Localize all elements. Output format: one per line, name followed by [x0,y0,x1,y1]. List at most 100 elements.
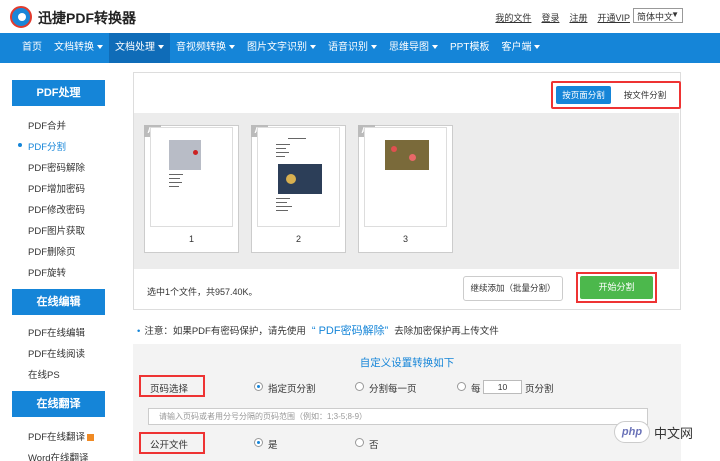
nav-item-ppt[interactable]: PPT模板 [444,33,495,63]
nav-label: 文档处理 [115,42,155,53]
sidebar-item-online-read[interactable]: PDF在线阅读 [28,346,85,360]
sidebar-item-encrypt[interactable]: PDF增加密码 [28,181,85,195]
login-link[interactable]: 登录 [541,11,559,24]
sidebar-item-pdf-translate[interactable]: PDF在线翻译 [28,429,95,443]
sidebar-item-delete-pages[interactable]: PDF删除页 [28,244,76,258]
nav-label: 文档转换 [54,42,94,53]
radio-each-page[interactable] [355,382,364,391]
nav-label: 客户端 [501,42,532,53]
radio-specified[interactable] [254,382,263,391]
nav-item-doc-process[interactable]: 文档处理 [109,33,170,63]
brand-name[interactable]: 迅捷PDF转换器 [38,8,136,28]
nav-item-client[interactable]: 客户端 [495,33,546,63]
split-by-file-button[interactable]: 按文件分割 [615,86,675,104]
sidebar-item-change-password[interactable]: PDF修改密码 [28,202,85,216]
nav-item-av-convert[interactable]: 音视频转换 [170,33,241,63]
opt-each-label: 分割每一页 [369,384,417,395]
text-line [288,138,306,139]
start-split-button[interactable]: 开始分割 [580,276,653,299]
sidebar-section-translate: 在线翻译 [12,391,105,417]
opt-specified-label: 指定页分割 [268,384,316,395]
flower-image [409,154,416,161]
text-line [276,206,292,207]
sidebar-item-rotate[interactable]: PDF旋转 [28,265,66,279]
new-badge-icon [87,433,95,441]
page-number: 3 [402,234,408,244]
nav-label: 语音识别 [328,42,368,53]
sidebar-item-label: PDF在线翻译 [28,432,86,443]
continue-add-button[interactable]: 继续添加（批量分割） [463,276,563,301]
flower-image [391,146,397,152]
text-line [276,210,288,211]
opt-every-suffix: 页分割 [525,384,554,395]
page-preview [257,127,340,227]
sidebar-item-online-ps[interactable]: 在线PS [28,367,60,381]
text-line [276,198,290,199]
decrypt-link[interactable]: “ PDF密码解除” [312,325,388,337]
main-nav: 首页 文档转换 文档处理 音视频转换 图片文字识别 语音识别 思维导图 PPT模… [0,33,720,63]
page-preview [150,127,233,227]
nav-label: 思维导图 [389,42,429,53]
page-select-label: 页码选择 [150,384,189,395]
nav-item-ocr[interactable]: 图片文字识别 [241,33,322,63]
text-line [169,174,183,175]
text-line [276,152,289,153]
text-line [169,186,179,187]
brand-logo-icon[interactable] [10,6,32,28]
page-number: 1 [188,234,194,244]
opt-no-label: 否 [369,440,379,451]
caret-down-icon [229,45,235,50]
watermark: php 中文网 [614,418,720,446]
radio-every-n[interactable] [457,382,466,391]
caret-down-icon [310,45,316,50]
page-image [385,140,429,170]
selection-info: 选中1个文件，共957.40K。 [147,287,258,297]
caret-down-icon [97,45,103,50]
caret-down-icon [371,45,377,50]
every-n-input[interactable]: 10 [483,380,522,394]
sidebar-item-word-translate[interactable]: Word在线翻译 [28,450,89,461]
nav-item-doc-convert[interactable]: 文档转换 [48,33,109,63]
nav-item-home[interactable]: 首页 [16,33,48,63]
language-value: 简体中文 [637,12,674,22]
nav-label: PPT模板 [450,42,490,53]
chevron-down-icon: ▼ [671,10,679,19]
text-line [276,156,285,157]
notice: • 注意：如果PDF有密码保护，请先使用 “ PDF密码解除” 去除加密保护再上传文件 [137,322,499,338]
page-range-input[interactable]: 请输入页码或者用分号分隔的页码范围（例如：1;3-5;8-9） [148,408,648,425]
caret-down-icon [534,45,541,50]
caret-down-icon [432,45,438,50]
sidebar-section-edit: 在线编辑 [12,289,105,315]
sidebar-item-merge[interactable]: PDF合并 [28,118,66,132]
opt-yes-label: 是 [268,440,278,451]
sidebar-item-decrypt[interactable]: PDF密码解除 [28,160,85,174]
text-line [276,144,290,145]
language-select[interactable]: 简体中文 ▼ [633,8,683,23]
top-bar: 迅捷PDF转换器 我的文件 登录 注册 开通VIP 语言 简体中文 ▼ [0,0,720,33]
my-files-link[interactable]: 我的文件 [495,11,531,24]
opt-every-prefix: 每 [471,384,481,395]
text-line [276,202,287,203]
register-link[interactable]: 注册 [569,11,587,24]
notice-prefix: 注意：如果PDF有密码保护，请先使用 [144,326,306,337]
sidebar-section-pdf: PDF处理 [12,80,105,106]
bullet-icon: • [137,326,141,337]
radio-public-yes[interactable] [254,438,263,447]
sidebar-item-extract-images[interactable]: PDF图片获取 [28,223,85,237]
nav-label: 首页 [22,42,42,53]
sidebar-item-online-edit[interactable]: PDF在线编辑 [28,325,85,339]
page-image [278,164,322,194]
nav-label: 音视频转换 [176,42,226,53]
public-file-label: 公开文件 [150,440,189,451]
radio-public-no[interactable] [355,438,364,447]
page-number: 2 [295,234,301,244]
sidebar-item-split[interactable]: PDF分割 [28,139,66,153]
vip-link[interactable]: 开通VIP [597,11,630,24]
settings-title: 自定义设置转换如下 [359,357,455,369]
nav-item-mindmap[interactable]: 思维导图 [383,33,444,63]
nav-item-speech[interactable]: 语音识别 [322,33,383,63]
caret-down-icon [158,45,164,50]
split-by-page-button[interactable]: 按页面分割 [556,86,611,104]
text-line [276,148,286,149]
notice-suffix: 去除加密保护再上传文件 [394,326,499,337]
